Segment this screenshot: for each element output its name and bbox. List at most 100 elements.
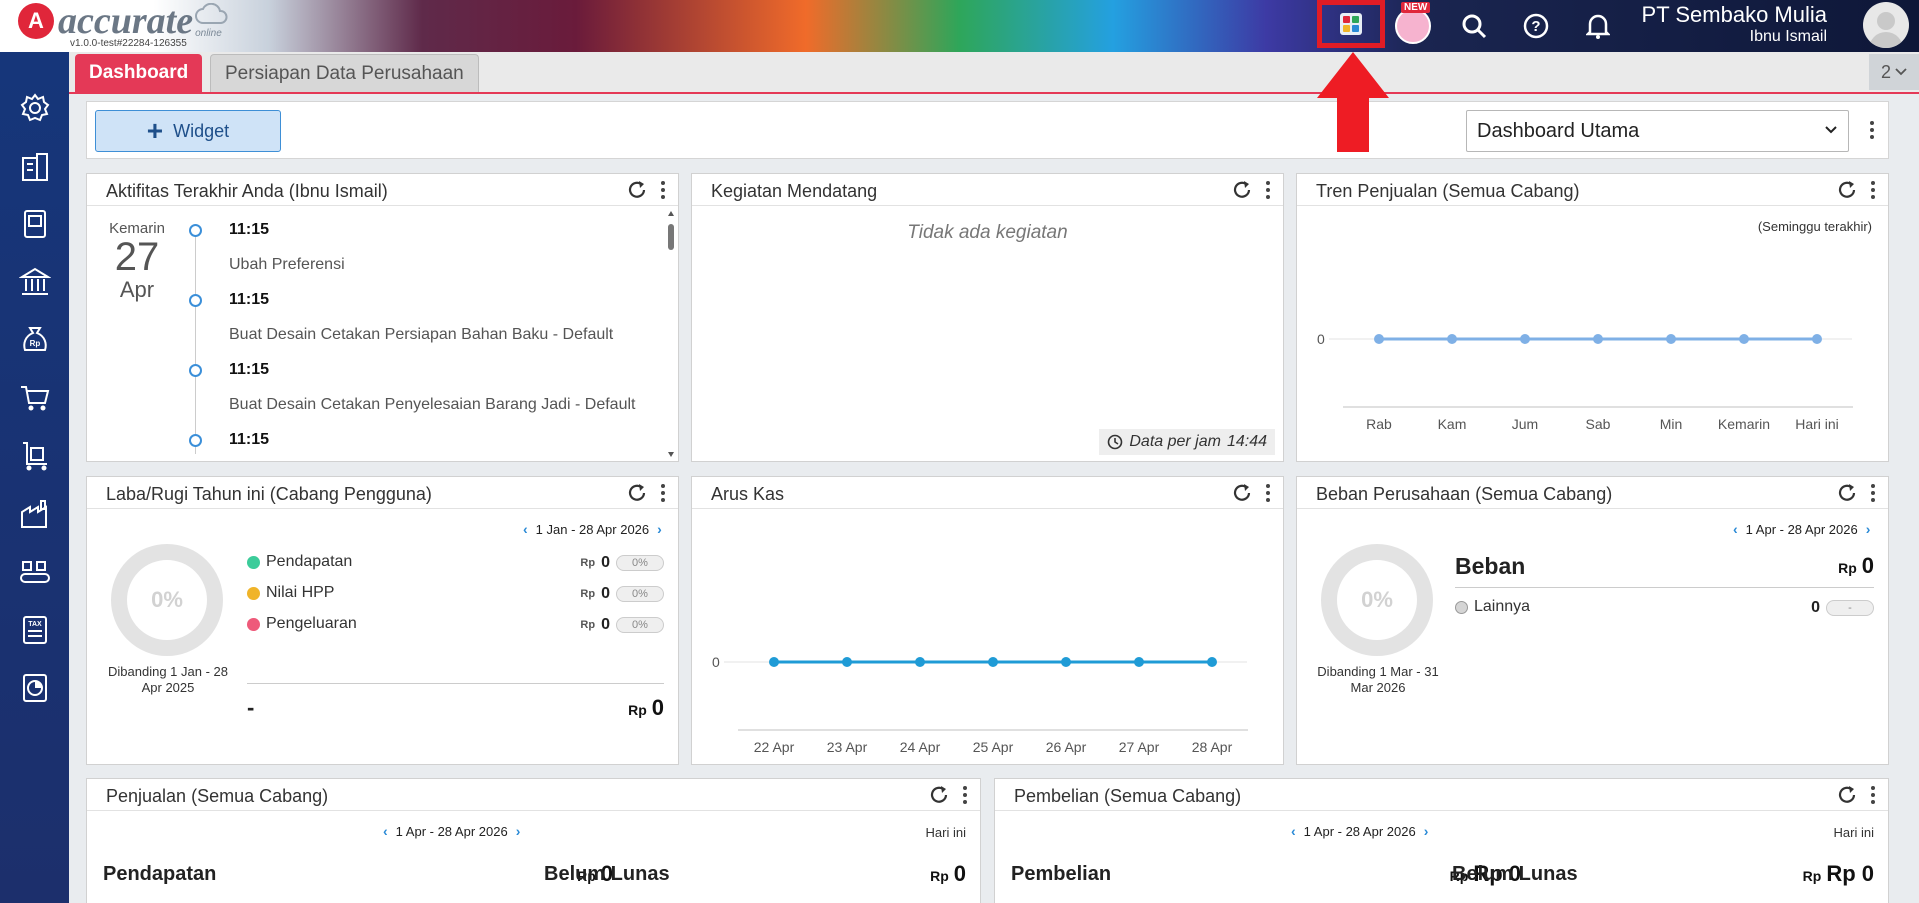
refresh-icon[interactable] [1836, 482, 1858, 504]
kebab-icon[interactable] [1265, 180, 1275, 200]
data-timestamp: Data per jam 14:44 [1099, 429, 1275, 455]
x-tick-label: 28 Apr [1192, 739, 1233, 755]
mascot-button[interactable]: NEW [1393, 2, 1433, 46]
add-widget-button[interactable]: + Widget [95, 110, 281, 152]
toolbar-menu-button[interactable] [1862, 114, 1882, 146]
period-label: Hari ini [925, 825, 966, 840]
value-row: Rp 0 0% [580, 585, 664, 603]
data-point [1134, 657, 1144, 667]
timeline-date: Kemarin 27 Apr [107, 220, 167, 303]
chevron-left-icon[interactable]: ‹ [1733, 521, 1738, 537]
chevron-down-icon [1825, 126, 1837, 134]
chevron-right-icon[interactable]: › [657, 521, 662, 537]
upcoming-panel-header: Kegiatan Mendatang [692, 174, 1283, 206]
kebab-icon[interactable] [1870, 785, 1880, 805]
timeline-text: Buat Desain Cetakan Penyelesaian Barang … [229, 396, 636, 413]
x-tick-label: Sab [1586, 416, 1611, 432]
percent-pill: 0% [616, 617, 664, 633]
kebab-icon[interactable] [1870, 483, 1880, 503]
y-tick-label: 0 [712, 654, 720, 670]
legend-item: Lainnya [1455, 598, 1530, 616]
legend-dot [1455, 600, 1468, 614]
cloud-icon [195, 3, 228, 24]
factory-icon[interactable] [17, 496, 53, 532]
tab-count-dropdown[interactable]: 2 [1869, 54, 1919, 90]
x-tick-label: Hari ini [1795, 416, 1839, 432]
percent-pill: - [1826, 600, 1874, 616]
help-button[interactable]: ? [1516, 6, 1556, 46]
kebab-icon[interactable] [660, 483, 670, 503]
conveyor-icon[interactable] [17, 554, 53, 590]
avatar[interactable] [1863, 2, 1909, 48]
total-label: - [247, 695, 255, 720]
chevron-right-icon[interactable]: › [516, 823, 521, 839]
data-timestamp-label: Data per jam [1129, 433, 1221, 450]
timeline-time: 11:15 [229, 431, 270, 448]
panel-title: Arus Kas [711, 484, 785, 504]
x-tick-label: 26 Apr [1046, 739, 1087, 755]
tab-dashboard[interactable]: Dashboard [75, 54, 203, 92]
y-tick-label: 0 [1317, 331, 1325, 347]
report-icon[interactable] [17, 670, 53, 706]
ledger-book-icon[interactable] [17, 206, 53, 242]
data-point [1739, 334, 1749, 344]
x-tick-label: Kemarin [1718, 416, 1770, 432]
x-tick-label: 25 Apr [973, 739, 1014, 755]
company-info[interactable]: PT Sembako Mulia Ibnu Ismail [1642, 2, 1827, 46]
divider [247, 683, 664, 684]
add-widget-label: Widget [173, 120, 230, 141]
timeline-line [195, 224, 196, 454]
tab-persiapan-data-perusahaan[interactable]: Persiapan Data Perusahaan [210, 54, 479, 92]
kebab-icon[interactable] [962, 785, 972, 805]
search-icon [1462, 14, 1487, 39]
gear-icon[interactable] [17, 90, 53, 126]
cart-icon[interactable] [17, 380, 53, 416]
chevron-left-icon[interactable]: ‹ [1291, 823, 1296, 839]
sidebar: Rp TAX [0, 52, 69, 903]
refresh-icon[interactable] [1231, 482, 1253, 504]
plus-icon: + [146, 115, 164, 146]
refresh-icon[interactable] [626, 482, 648, 504]
legend-item: Nilai HPP [247, 584, 334, 602]
value-amount: 0 [1811, 599, 1820, 616]
timeline-dot [189, 224, 202, 237]
money-bag-icon[interactable]: Rp [17, 322, 53, 358]
legend-item: Pengeluaran [247, 615, 357, 633]
tax-icon[interactable]: TAX [17, 612, 53, 648]
refresh-icon[interactable] [626, 179, 648, 201]
chevron-right-icon[interactable]: › [1866, 521, 1871, 537]
refresh-icon[interactable] [1231, 179, 1253, 201]
refresh-icon[interactable] [1836, 179, 1858, 201]
chevron-left-icon[interactable]: ‹ [383, 823, 388, 839]
refresh-icon[interactable] [928, 784, 950, 806]
clock-icon [1108, 434, 1123, 450]
timeline-date-day: 27 [114, 235, 160, 279]
help-icon: ? [1523, 13, 1549, 39]
trolley-icon[interactable] [17, 438, 53, 474]
search-button[interactable] [1454, 6, 1494, 46]
date-range-nav: ‹ 1 Apr - 28 Apr 2026 › [1291, 823, 1428, 839]
x-tick-label: Rab [1366, 416, 1392, 432]
mascot-icon [1395, 8, 1431, 44]
logo[interactable]: A accurate online [18, 2, 228, 40]
building-icon[interactable] [17, 148, 53, 184]
purchase-panel-header: Pembelian (Semua Cabang) [995, 779, 1888, 811]
kebab-icon[interactable] [1265, 483, 1275, 503]
refresh-icon[interactable] [1836, 784, 1858, 806]
bank-icon[interactable] [17, 264, 53, 300]
activity-scrollbar[interactable] [667, 210, 675, 458]
dashboard-select[interactable]: Dashboard Utama [1466, 110, 1849, 152]
purchase-unpaid-label: Belum Lunas [1452, 863, 1578, 885]
panel-title: Laba/Rugi Tahun ini (Cabang Pengguna) [106, 484, 432, 504]
chevron-left-icon[interactable]: ‹ [523, 521, 528, 537]
chevron-right-icon[interactable]: › [1424, 823, 1429, 839]
date-range-nav: ‹ 1 Apr - 28 Apr 2026 › [383, 823, 520, 839]
kebab-icon[interactable] [1870, 180, 1880, 200]
kebab-icon[interactable] [660, 180, 670, 200]
cash-flow-panel: Arus Kas 0 22 Apr 23 Apr 24 Apr 25 Apr 26 Apr… [691, 476, 1284, 765]
notifications-button[interactable] [1578, 6, 1618, 46]
empty-message: Tidak ada kegiatan [907, 222, 1068, 243]
x-tick-label: Jum [1512, 416, 1538, 432]
data-point [988, 657, 998, 667]
apps-button[interactable] [1317, 0, 1385, 48]
